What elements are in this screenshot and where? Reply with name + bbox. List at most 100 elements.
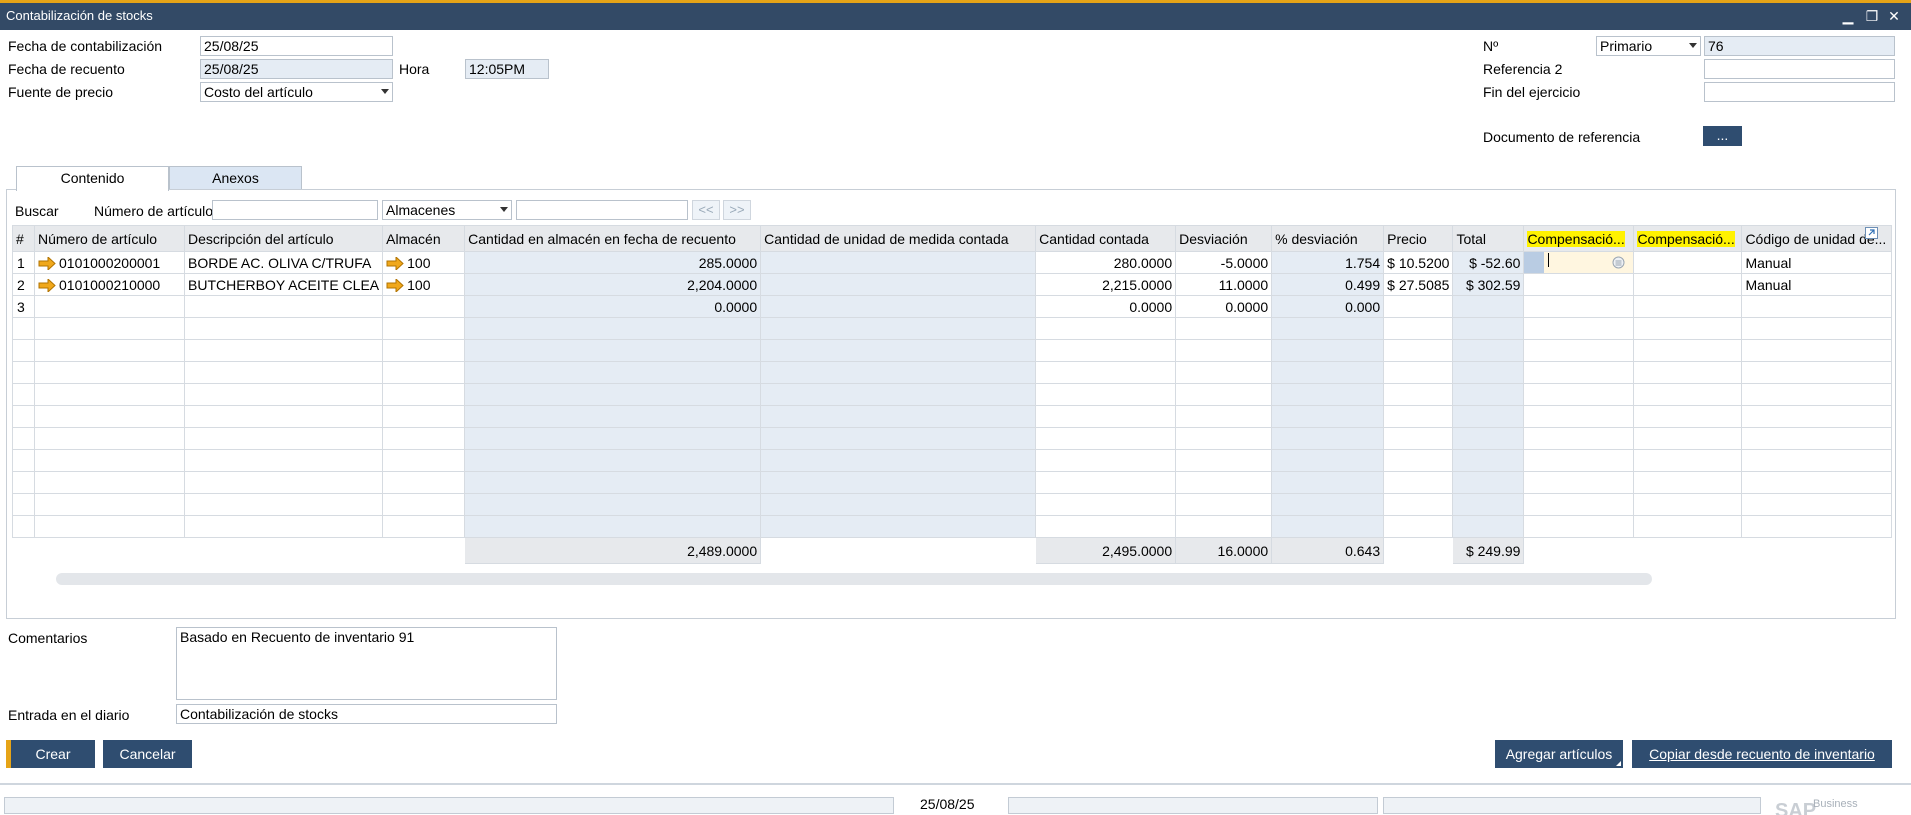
- empty-cell[interactable]: [1523, 427, 1635, 450]
- empty-cell[interactable]: [183, 361, 384, 384]
- empty-cell[interactable]: [760, 427, 1037, 450]
- empty-cell[interactable]: [382, 405, 466, 428]
- col-header-warehouse-qty[interactable]: Cantidad en almacén en fecha de recuento: [464, 225, 762, 252]
- link-arrow-icon[interactable]: [386, 256, 404, 270]
- empty-cell[interactable]: [183, 317, 384, 340]
- empty-cell[interactable]: [1175, 427, 1273, 450]
- empty-cell[interactable]: [1741, 493, 1893, 516]
- empty-cell[interactable]: [1452, 317, 1525, 340]
- empty-cell[interactable]: [34, 493, 185, 516]
- description-cell[interactable]: BUTCHERBOY ACEITE CLEA: [183, 273, 384, 296]
- empty-cell[interactable]: [1383, 515, 1454, 538]
- ref2-field[interactable]: [1704, 59, 1895, 79]
- fiscal-year-end-field[interactable]: [1704, 82, 1895, 102]
- empty-cell[interactable]: [34, 317, 185, 340]
- empty-cell[interactable]: [34, 515, 185, 538]
- empty-cell[interactable]: [1175, 317, 1273, 340]
- empty-cell[interactable]: [1175, 339, 1273, 362]
- warehouses-select[interactable]: Almacenes: [382, 200, 512, 220]
- empty-cell[interactable]: [382, 339, 466, 362]
- empty-cell[interactable]: [1175, 361, 1273, 384]
- warehouse-cell[interactable]: 100: [382, 251, 466, 274]
- empty-cell[interactable]: [1383, 361, 1454, 384]
- empty-cell[interactable]: [1383, 449, 1454, 472]
- empty-cell[interactable]: [1271, 471, 1385, 494]
- empty-cell[interactable]: [1633, 339, 1743, 362]
- copy-from-count-button[interactable]: Copiar desde recuento de inventario: [1632, 740, 1892, 768]
- empty-cell[interactable]: [1523, 361, 1635, 384]
- empty-cell[interactable]: [1383, 493, 1454, 516]
- empty-cell[interactable]: [1035, 493, 1177, 516]
- empty-cell[interactable]: [1452, 449, 1525, 472]
- expand-grid-icon[interactable]: [1865, 227, 1878, 239]
- empty-cell[interactable]: [464, 449, 762, 472]
- item-number-cell[interactable]: [34, 295, 185, 318]
- variance-cell[interactable]: 11.0000: [1175, 273, 1273, 296]
- empty-cell[interactable]: [1523, 339, 1635, 362]
- empty-table-row[interactable]: [12, 405, 1893, 428]
- empty-cell[interactable]: [34, 405, 185, 428]
- empty-cell[interactable]: [464, 471, 762, 494]
- counted-qty-cell[interactable]: 2,215.0000: [1035, 273, 1177, 296]
- empty-cell[interactable]: [1633, 405, 1743, 428]
- empty-cell[interactable]: [1523, 405, 1635, 428]
- empty-cell[interactable]: [1523, 515, 1635, 538]
- empty-cell[interactable]: [1633, 515, 1743, 538]
- empty-cell[interactable]: [1741, 339, 1893, 362]
- empty-cell[interactable]: [382, 317, 466, 340]
- empty-cell[interactable]: [1741, 427, 1893, 450]
- variance-cell[interactable]: 0.0000: [1175, 295, 1273, 318]
- empty-table-row[interactable]: [12, 427, 1893, 450]
- empty-cell[interactable]: [464, 317, 762, 340]
- empty-cell[interactable]: [1741, 449, 1893, 472]
- empty-cell[interactable]: [760, 471, 1037, 494]
- empty-cell[interactable]: [1633, 493, 1743, 516]
- time-field[interactable]: 12:05PM: [465, 59, 549, 79]
- empty-cell[interactable]: [382, 493, 466, 516]
- search-next-button[interactable]: >>: [723, 200, 751, 220]
- add-items-button[interactable]: Agregar artículos: [1495, 740, 1623, 768]
- col-header-counted-qty[interactable]: Cantidad contada: [1035, 225, 1177, 252]
- empty-cell[interactable]: [1035, 471, 1177, 494]
- warehouse-cell[interactable]: 100: [382, 273, 466, 296]
- empty-cell[interactable]: [1523, 493, 1635, 516]
- empty-cell[interactable]: [1523, 383, 1635, 406]
- empty-table-row[interactable]: [12, 515, 1893, 538]
- price-source-select[interactable]: Costo del artículo: [200, 82, 393, 102]
- empty-cell[interactable]: [1633, 383, 1743, 406]
- empty-cell[interactable]: [183, 383, 384, 406]
- empty-cell[interactable]: [1383, 383, 1454, 406]
- empty-table-row[interactable]: [12, 339, 1893, 362]
- empty-cell[interactable]: [464, 427, 762, 450]
- empty-cell[interactable]: [464, 493, 762, 516]
- empty-cell[interactable]: [1383, 427, 1454, 450]
- empty-cell[interactable]: [1271, 405, 1385, 428]
- series-select[interactable]: Primario: [1596, 36, 1701, 56]
- empty-cell[interactable]: [1271, 383, 1385, 406]
- empty-cell[interactable]: [382, 471, 466, 494]
- empty-cell[interactable]: [1452, 471, 1525, 494]
- empty-table-row[interactable]: [12, 449, 1893, 472]
- empty-cell[interactable]: [1035, 339, 1177, 362]
- empty-cell[interactable]: [1741, 317, 1893, 340]
- empty-cell[interactable]: [1452, 383, 1525, 406]
- empty-cell[interactable]: [1741, 361, 1893, 384]
- empty-cell[interactable]: [34, 427, 185, 450]
- counted-qty-cell[interactable]: 0.0000: [1035, 295, 1177, 318]
- empty-cell[interactable]: [1271, 493, 1385, 516]
- empty-cell[interactable]: [1452, 427, 1525, 450]
- empty-cell[interactable]: [34, 361, 185, 384]
- table-row[interactable]: 3 0.0000 0.0000 0.0000 0.000: [12, 295, 1893, 318]
- empty-cell[interactable]: [1523, 471, 1635, 494]
- empty-cell[interactable]: [183, 427, 384, 450]
- empty-cell[interactable]: [760, 515, 1037, 538]
- empty-cell[interactable]: [1633, 361, 1743, 384]
- empty-cell[interactable]: [760, 405, 1037, 428]
- empty-cell[interactable]: [1175, 493, 1273, 516]
- uom-code-cell[interactable]: Manual: [1741, 273, 1893, 296]
- offset-2-cell[interactable]: [1633, 273, 1743, 296]
- uom-counted-qty-cell[interactable]: [760, 251, 1037, 274]
- empty-cell[interactable]: [1452, 361, 1525, 384]
- offset-2-cell[interactable]: [1633, 251, 1743, 274]
- empty-cell[interactable]: [1271, 515, 1385, 538]
